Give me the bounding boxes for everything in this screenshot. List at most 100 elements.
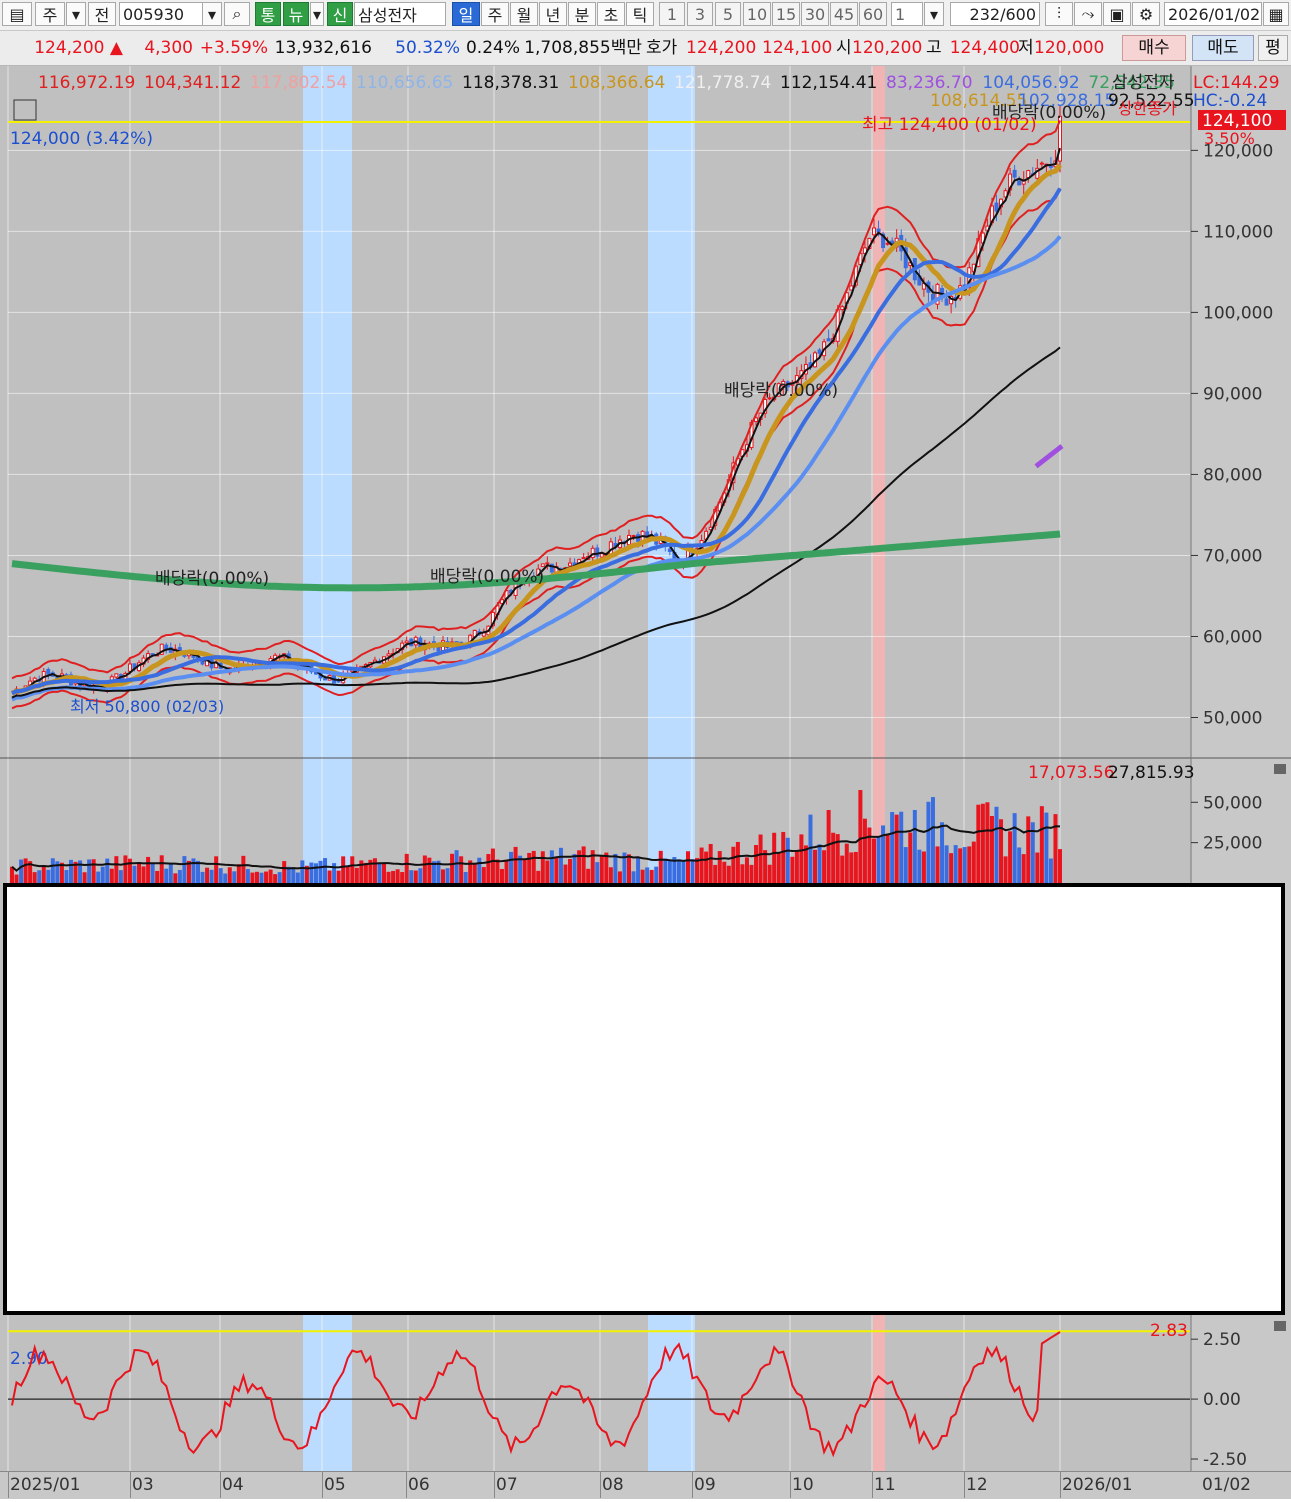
volume-bar xyxy=(300,860,305,883)
save-icon[interactable]: ▣ xyxy=(1103,2,1131,26)
sell-button[interactable]: 매도 xyxy=(1192,35,1254,61)
mode-select[interactable]: 주 xyxy=(35,2,65,26)
calendar-icon[interactable]: ▦ xyxy=(1263,2,1289,26)
sin-button[interactable]: 신 xyxy=(327,2,353,26)
volume-bar xyxy=(486,854,491,883)
period-day-tab[interactable]: 일 xyxy=(452,2,480,26)
ma-legend-5: 108,366.64 xyxy=(568,73,665,93)
volume-bar xyxy=(826,809,831,883)
volume-bar xyxy=(50,858,55,883)
stock-code-input[interactable]: 005930 xyxy=(119,2,203,26)
candle-body xyxy=(568,562,573,567)
volume-bar xyxy=(940,822,945,883)
interval-3-button[interactable]: 3 xyxy=(687,2,713,26)
volume-bar xyxy=(994,806,999,883)
volume-bar xyxy=(264,871,269,883)
nyu-dropdown-icon[interactable]: ▾ xyxy=(310,2,324,26)
candle-body xyxy=(1012,169,1017,178)
interval-dropdown-icon[interactable]: ▾ xyxy=(924,2,944,26)
interval-45-button[interactable]: 45 xyxy=(830,2,858,26)
legend-hc: HC:-0.24 xyxy=(1193,91,1267,111)
volume-bar xyxy=(1058,849,1062,883)
volume-bar xyxy=(105,858,110,883)
volume-bar xyxy=(182,856,187,883)
candle-body xyxy=(1017,180,1022,186)
interval-60-button[interactable]: 60 xyxy=(859,2,887,26)
volume-bar xyxy=(1012,813,1017,883)
volume-bar xyxy=(971,841,976,883)
ma-legend-3: 110,656.65 xyxy=(356,73,453,93)
volume-bar xyxy=(323,858,328,883)
x-tick-5 xyxy=(494,1472,495,1498)
candle-type-icon[interactable]: ⫶ xyxy=(1045,2,1073,26)
volume-bar xyxy=(100,866,105,883)
osc-panel-menu-icon xyxy=(1274,1321,1286,1331)
volume-bar xyxy=(123,855,128,883)
volume-bar xyxy=(32,872,37,883)
y-label-price-4: 80,000 xyxy=(1203,465,1262,485)
volume-bar xyxy=(545,860,550,883)
ma-legend-6: 121,778.74 xyxy=(674,73,771,93)
volume-bar xyxy=(218,868,223,883)
period-year-tab[interactable]: 년 xyxy=(539,2,567,26)
volume-bar xyxy=(527,852,532,883)
volume-bar xyxy=(150,863,155,883)
code-dropdown-icon[interactable]: ▾ xyxy=(202,2,222,26)
volume-bar xyxy=(345,865,350,883)
interval-1-button[interactable]: 1 xyxy=(659,2,685,26)
volume-bar xyxy=(930,797,935,883)
volume-bar xyxy=(735,841,740,883)
date-input[interactable]: 2026/01/02 xyxy=(1164,2,1262,26)
volume-bar xyxy=(558,847,563,883)
volume-bar xyxy=(862,818,867,883)
volume-bar xyxy=(617,871,622,883)
window-menu-icon[interactable]: ▤ xyxy=(2,2,32,26)
period-second-tab[interactable]: 초 xyxy=(597,2,625,26)
x-label-5: 07 xyxy=(496,1475,518,1495)
stock-name-field[interactable]: 삼성전자 xyxy=(354,2,446,26)
volume-bar xyxy=(64,870,69,883)
buy-button[interactable]: 매수 xyxy=(1122,35,1186,61)
count-field[interactable]: 232/600 xyxy=(950,2,1040,26)
volume-bar xyxy=(254,871,259,883)
search-icon[interactable]: ⌕ xyxy=(224,2,250,26)
volume-bar xyxy=(976,804,981,883)
volume-bar xyxy=(717,851,722,883)
interval-5-button[interactable]: 5 xyxy=(715,2,741,26)
volume-bar xyxy=(445,868,450,883)
interval-15-button[interactable]: 15 xyxy=(772,2,800,26)
low-price-note: 최저 50,800 (02/03) xyxy=(70,697,224,716)
ma-legend-2: 117,802.54 xyxy=(250,73,347,93)
volume-bar xyxy=(350,856,355,883)
interval-30-button[interactable]: 30 xyxy=(801,2,829,26)
open-label: 시 xyxy=(836,38,852,58)
mode-dropdown-icon[interactable]: ▾ xyxy=(66,2,86,26)
x-label-0: 2025/01 xyxy=(10,1475,81,1495)
period-month-tab[interactable]: 월 xyxy=(510,2,538,26)
volume-bar xyxy=(509,851,514,883)
y-label-price-2: 100,000 xyxy=(1203,303,1273,323)
volume-bar xyxy=(481,867,486,883)
interval-input[interactable]: 1 xyxy=(891,2,923,26)
period-minute-tab[interactable]: 분 xyxy=(568,2,596,26)
volume-bar xyxy=(282,861,287,883)
volume-bar xyxy=(949,853,954,883)
ma-legend-7: 112,154.41 xyxy=(780,73,877,93)
bid-label: 호가 xyxy=(646,38,678,58)
period-week-tab[interactable]: 주 xyxy=(481,2,509,26)
nyu-button[interactable]: 뉴 xyxy=(283,2,309,26)
line-tool-icon[interactable]: ⤳ xyxy=(1074,2,1102,26)
ma-legend-8: 83,236.70 xyxy=(886,73,973,93)
volume-bar xyxy=(985,802,990,883)
interval-10-button[interactable]: 10 xyxy=(743,2,771,26)
tong-button[interactable]: 통 xyxy=(255,2,281,26)
price-change: 4,300 xyxy=(144,38,193,58)
volume-bar xyxy=(1008,831,1013,883)
low-label: 저 xyxy=(1018,38,1034,58)
avg-button[interactable]: 평 xyxy=(1258,35,1288,61)
y-label-osc-0: 2.50 xyxy=(1203,1330,1241,1350)
gear-icon[interactable]: ⚙ xyxy=(1132,2,1160,26)
mode-toggle-button[interactable]: 전 xyxy=(88,2,116,26)
period-tick-tab[interactable]: 틱 xyxy=(626,2,654,26)
turnover-rate: 0.24% xyxy=(465,38,520,58)
